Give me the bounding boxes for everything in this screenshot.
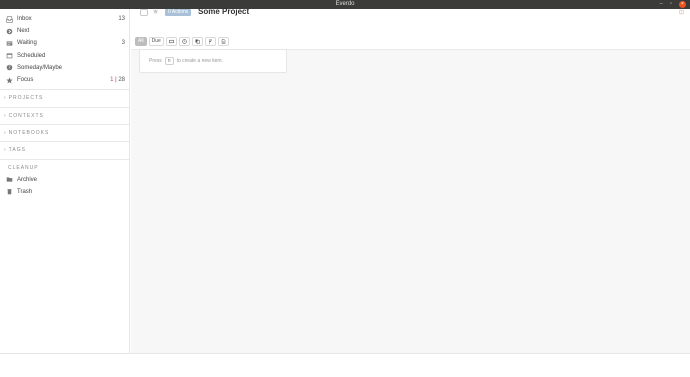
inbox-icon — [6, 15, 13, 23]
maximize-icon[interactable]: ▫ — [670, 1, 672, 8]
section-label: TAGS — [8, 147, 26, 154]
section-label: NOTEBOOKS — [8, 130, 50, 137]
cleanup-heading: CLEANUP — [8, 164, 39, 171]
sidebar-item-label: Next — [17, 28, 30, 35]
calendar-icon — [6, 52, 13, 59]
star-icon — [6, 76, 13, 84]
note-icon — [221, 39, 225, 44]
svg-text:?: ? — [8, 65, 10, 70]
project-header: ★ 0 Actions Some Project ⊡ — [131, 7, 690, 18]
focus-count: 1 | 28 — [110, 74, 125, 86]
sidebar-item-trash[interactable]: Trash — [0, 186, 129, 198]
filter-due-button[interactable]: Due — [148, 37, 164, 46]
sidebar-item-scheduled[interactable]: Scheduled — [0, 50, 129, 62]
actions-badge: 0 Actions — [165, 9, 192, 16]
filter-all-button[interactable]: All — [135, 37, 147, 46]
sidebar-item-inbox[interactable]: Inbox 13 — [0, 13, 129, 25]
sidebar-item-someday[interactable]: ? Someday/Maybe — [0, 62, 129, 74]
close-icon[interactable]: × — [679, 1, 686, 8]
sidebar-item-label: Inbox — [17, 16, 32, 23]
section-contexts[interactable]: › CONTEXTS — [0, 106, 129, 124]
sidebar-item-label: Scheduled — [17, 52, 46, 59]
section-label: CONTEXTS — [8, 112, 44, 119]
bottom-strip — [0, 353, 690, 377]
new-item-hint[interactable]: Press n to create a new item. — [139, 49, 287, 73]
chevron-right-icon: › — [4, 130, 7, 137]
filter-toolbar: All Due — [131, 18, 690, 50]
window-controls: – ▫ × — [660, 1, 686, 8]
section-projects[interactable]: › PROJECTS — [0, 89, 129, 106]
hint-press: Press — [149, 58, 162, 64]
project-title[interactable]: Some Project — [198, 7, 249, 16]
sidebar-item-focus[interactable]: Focus 1 | 28 — [0, 74, 129, 86]
project-complete-checkbox[interactable] — [140, 9, 148, 16]
sidebar: Inbox 13 Next Waiting 3 Scheduled ? Some… — [0, 9, 130, 353]
next-icon — [6, 28, 13, 35]
window-titlebar: Everdo – ▫ × — [0, 0, 690, 9]
filter-copy-button[interactable] — [191, 37, 203, 46]
sort-icon — [208, 39, 212, 44]
window-title: Everdo — [335, 1, 355, 7]
sidebar-item-label: Focus — [17, 77, 34, 84]
section-notebooks[interactable]: › NOTEBOOKS — [0, 123, 129, 141]
rectangle-icon — [168, 39, 174, 44]
chevron-right-icon: › — [4, 95, 7, 102]
star-icon[interactable]: ★ — [152, 7, 159, 16]
hint-suffix: to create a new item. — [176, 58, 223, 64]
filter-bar: All Due — [135, 37, 229, 46]
sidebar-item-label: Trash — [17, 188, 33, 195]
chevron-right-icon: › — [4, 112, 7, 119]
waiting-icon — [6, 40, 13, 47]
sidebar-item-waiting[interactable]: Waiting 3 — [0, 37, 129, 49]
filter-clock-button[interactable] — [178, 37, 190, 46]
sidebar-item-label: Someday/Maybe — [17, 64, 63, 71]
sidebar-item-label: Archive — [17, 176, 38, 183]
sidebar-item-next[interactable]: Next — [0, 25, 129, 37]
filter-sort-button[interactable] — [204, 37, 216, 46]
filter-rectangle-button[interactable] — [165, 37, 177, 46]
main-panel: ★ 0 Actions Some Project ⊡ All Due Press… — [131, 7, 690, 353]
clock-icon — [182, 39, 187, 44]
waiting-count: 3 — [121, 40, 125, 47]
project-menu-icon[interactable]: ⊡ — [679, 9, 684, 16]
filter-note-button[interactable] — [217, 37, 229, 46]
copy-icon — [195, 39, 200, 44]
sidebar-item-label: Waiting — [17, 40, 37, 47]
inbox-count: 13 — [118, 16, 125, 22]
section-tags[interactable]: › TAGS — [0, 141, 129, 158]
focus-count-total: 28 — [118, 76, 125, 83]
section-label: PROJECTS — [8, 95, 44, 102]
archive-icon — [6, 176, 13, 183]
sidebar-item-archive[interactable]: Archive — [0, 174, 129, 186]
chevron-right-icon: › — [4, 147, 7, 154]
trash-icon — [6, 188, 13, 195]
minimize-icon[interactable]: – — [660, 1, 663, 8]
hint-key: n — [164, 57, 174, 65]
question-icon: ? — [6, 64, 13, 71]
